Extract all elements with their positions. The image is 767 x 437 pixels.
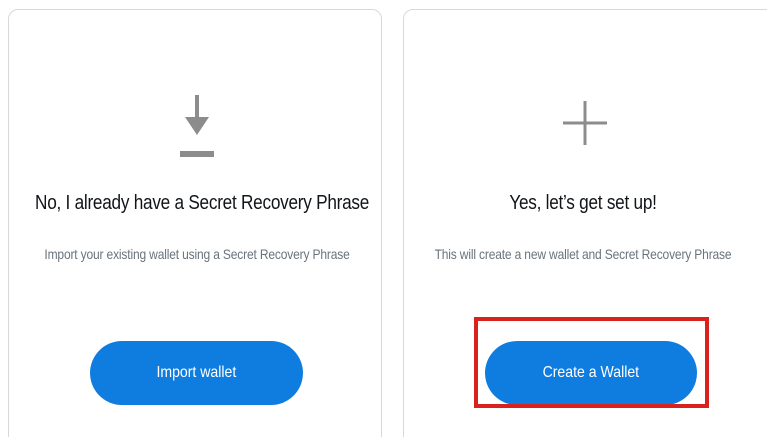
import-card-title: No, I already have a Secret Recovery Phr… xyxy=(35,192,370,214)
import-wallet-button-label: Import wallet xyxy=(156,364,237,381)
create-wallet-card: Yes, let’s get set up! This will create … xyxy=(403,9,767,437)
wallet-onboarding-options: No, I already have a Secret Recovery Phr… xyxy=(0,0,767,437)
create-wallet-button-label: Create a Wallet xyxy=(542,364,640,381)
import-wallet-button[interactable]: Import wallet xyxy=(90,341,303,405)
create-card-description: This will create a new wallet and Secret… xyxy=(434,246,732,262)
import-wallet-card: No, I already have a Secret Recovery Phr… xyxy=(8,9,382,437)
import-card-description: Import your existing wallet using a Secr… xyxy=(44,246,350,262)
download-icon xyxy=(180,95,214,157)
create-wallet-button[interactable]: Create a Wallet xyxy=(485,341,697,405)
plus-icon xyxy=(563,101,607,145)
create-card-title: Yes, let’s get set up! xyxy=(509,192,657,214)
create-icon-container xyxy=(404,95,767,165)
import-icon-container xyxy=(9,95,381,165)
